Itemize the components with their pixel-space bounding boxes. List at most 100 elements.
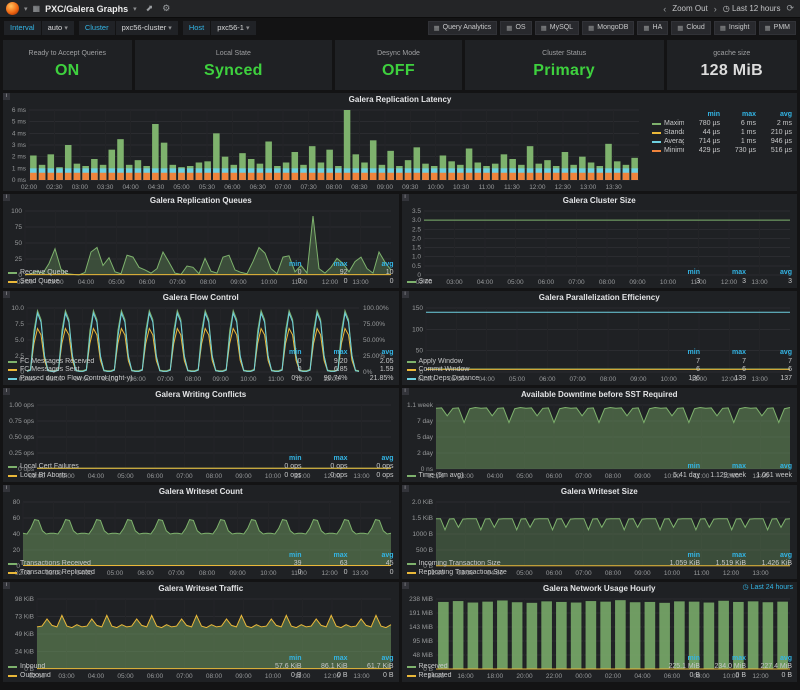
- legend-series-toggle[interactable]: Send Queue: [8, 278, 256, 287]
- legend-series-toggle[interactable]: Apply Window: [407, 358, 655, 367]
- chart-plot[interactable]: 0 ops0.25 ops0.50 ops0.75 ops1.00 ops02:…: [3, 400, 399, 455]
- svg-text:75.00%: 75.00%: [363, 321, 385, 328]
- legend-series-toggle[interactable]: Replicated: [407, 672, 655, 681]
- panel-info-icon[interactable]: i: [3, 93, 10, 100]
- svg-text:191 MiB: 191 MiB: [409, 610, 433, 617]
- panel-title[interactable]: Galera Writeset Size: [402, 485, 798, 497]
- dashboard-link-cloud[interactable]: ▦Cloud: [671, 21, 710, 35]
- dashboard-link-insight[interactable]: ▦Insight: [714, 21, 756, 35]
- legend-series-toggle[interactable]: Local Cert Failures: [8, 463, 256, 472]
- series-color-key: [8, 475, 17, 477]
- panel-info-icon[interactable]: i: [3, 582, 10, 589]
- dashboard-link-mysql[interactable]: ▦MySQL: [535, 21, 580, 35]
- panel-info-icon[interactable]: i: [3, 388, 10, 395]
- svg-text:0.50 ops: 0.50 ops: [9, 434, 35, 441]
- stat-ready-to-accept-queries[interactable]: Ready to Accept Queries ON: [3, 40, 132, 90]
- legend-series-toggle[interactable]: FC Messages Received: [8, 358, 256, 367]
- svg-text:50: 50: [15, 240, 23, 247]
- legend-series-toggle[interactable]: Cert Deps Distance: [407, 375, 655, 384]
- grafana-logo-icon[interactable]: [6, 2, 19, 15]
- panel-title[interactable]: Galera Flow Control: [3, 291, 399, 303]
- grid-icon: ▦: [434, 24, 440, 32]
- legend-series-toggle[interactable]: Size: [407, 278, 655, 287]
- chart-plot[interactable]: 02.55.07.510.00%25.00%50.00%75.00%100.00…: [3, 303, 399, 349]
- legend-series-toggle[interactable]: Maximum: [652, 119, 684, 128]
- main-menu-caret-icon[interactable]: ▾: [24, 5, 28, 13]
- dashboard-link-ha[interactable]: ▦HA: [637, 21, 668, 35]
- dashboard-link-pmm[interactable]: ▦PMM: [759, 21, 797, 35]
- chart-plot[interactable]: 0 B24 KiB49 KiB73 KiB98 KiB02:0003:0004:…: [3, 594, 399, 655]
- chart-plot[interactable]: 0 ms1 ms2 ms3 ms4 ms5 ms6 ms02:0002:3003…: [3, 105, 647, 191]
- panel-info-icon[interactable]: i: [3, 194, 10, 201]
- chart-plot[interactable]: 0 B500 B1000 B1.5 KiB2.0 KiB02:0003:0004…: [402, 497, 798, 552]
- panel-title[interactable]: Galera Writing Conflicts: [3, 388, 399, 400]
- legend-row: FC Messages Received09.202.05: [8, 358, 394, 367]
- panel-title[interactable]: Galera Writeset Traffic: [3, 582, 399, 594]
- chevron-right-icon[interactable]: ›: [714, 4, 717, 14]
- panel-time-range-override[interactable]: ◷ Last 24 hours: [743, 583, 793, 591]
- panel-title[interactable]: Galera Replication Latency: [3, 93, 797, 105]
- svg-text:12:00: 12:00: [529, 184, 546, 191]
- legend-stat-value: 714 µs: [684, 137, 720, 146]
- legend-series-toggle[interactable]: Transactions Received: [8, 560, 256, 569]
- legend-series-toggle[interactable]: Minimum: [652, 146, 684, 155]
- variable-select-cluster[interactable]: pxc56-cluster ▾: [116, 21, 178, 35]
- legend-series-toggle[interactable]: Time (5m avg): [407, 472, 655, 481]
- legend-series-toggle[interactable]: FC Messages Sent: [8, 366, 256, 375]
- panel-info-icon[interactable]: i: [402, 388, 409, 395]
- variable-select-host[interactable]: pxc56-1 ▾: [211, 21, 255, 35]
- panel-title[interactable]: Galera Writeset Count: [3, 485, 399, 497]
- panel-title[interactable]: Available Downtime before SST Required: [402, 388, 798, 400]
- variable-select-interval[interactable]: auto ▾: [42, 21, 74, 35]
- refresh-icon[interactable]: ⟳: [786, 3, 794, 14]
- dashboard-link-mongodb[interactable]: ▦MongoDB: [582, 21, 634, 35]
- stat-desync-mode[interactable]: Desync Mode OFF: [335, 40, 461, 90]
- stat-cluster-status[interactable]: Cluster Status Primary: [465, 40, 664, 90]
- chart-plot[interactable]: 025507510002:0003:0004:0005:0006:0007:00…: [3, 206, 399, 261]
- chart-plot[interactable]: 0 B48 MiB95 MiB143 MiB191 MiB238 MiB14:0…: [402, 594, 798, 655]
- settings-gear-icon[interactable]: ⚙: [162, 3, 170, 14]
- svg-text:98 KiB: 98 KiB: [15, 596, 34, 603]
- panel-title[interactable]: Galera Cluster Size: [402, 194, 798, 206]
- legend-series-toggle[interactable]: Received: [407, 663, 655, 672]
- svg-text:2.5: 2.5: [411, 226, 420, 233]
- panel-info-icon[interactable]: i: [402, 582, 409, 589]
- svg-text:6 ms: 6 ms: [12, 107, 27, 114]
- panel-info-icon[interactable]: i: [3, 291, 10, 298]
- svg-text:49 KiB: 49 KiB: [15, 631, 34, 638]
- legend-series-toggle[interactable]: Incoming Transaction Size: [407, 560, 655, 569]
- legend-stat-value: 86.1 KiB: [302, 663, 348, 672]
- share-icon[interactable]: ⬈: [146, 3, 154, 14]
- dashboard-link-os[interactable]: ▦OS: [500, 21, 531, 35]
- stat-gcache-size[interactable]: gcache size 128 MiB: [667, 40, 798, 90]
- dashboard-title-caret-icon[interactable]: ▾: [133, 5, 137, 13]
- legend-series-toggle[interactable]: Paused due to Flow Control (right-y): [8, 375, 256, 384]
- legend-series-toggle[interactable]: Standard Deviation: [652, 128, 684, 137]
- legend-series-toggle[interactable]: Average: [652, 137, 684, 146]
- dashboard-link-query-analytics[interactable]: ▦Query Analytics: [428, 21, 498, 35]
- legend-series-toggle[interactable]: Receive Queue: [8, 269, 256, 278]
- panel-info-icon[interactable]: i: [3, 485, 10, 492]
- legend-series-toggle[interactable]: Inbound: [8, 663, 256, 672]
- legend-series-toggle[interactable]: Replicating Transaction Size: [407, 569, 655, 578]
- panel-info-icon[interactable]: i: [402, 194, 409, 201]
- legend-series-toggle[interactable]: Outbound: [8, 672, 256, 681]
- legend-stat-value: 429 µs: [684, 146, 720, 155]
- chart-plot[interactable]: 02040608002:0003:0004:0005:0006:0007:000…: [3, 497, 399, 552]
- panel-info-icon[interactable]: i: [402, 485, 409, 492]
- dashboard-title[interactable]: PXC/Galera Graphs: [45, 4, 128, 14]
- time-range-button[interactable]: ◷ Last 12 hours: [723, 4, 781, 13]
- panel-title[interactable]: Galera Parallelization Efficiency: [402, 291, 798, 303]
- chart-plot[interactable]: 05010015002:0003:0004:0005:0006:0007:000…: [402, 303, 798, 349]
- panel-title[interactable]: Galera Replication Queues: [3, 194, 399, 206]
- stat-local-state[interactable]: Local State Synced: [135, 40, 333, 90]
- panel-title[interactable]: Galera Network Usage Hourly: [402, 582, 798, 594]
- chevron-left-icon[interactable]: ‹: [663, 4, 666, 14]
- chart-plot[interactable]: 00.51.01.52.02.53.03.502:0003:0004:0005:…: [402, 206, 798, 269]
- panel-info-icon[interactable]: i: [402, 291, 409, 298]
- legend-series-toggle[interactable]: Local Bf Aborts: [8, 472, 256, 481]
- legend-series-toggle[interactable]: Transactions Replicated: [8, 569, 256, 578]
- legend-series-toggle[interactable]: Commit Window: [407, 366, 655, 375]
- zoom-out-button[interactable]: Zoom Out: [672, 4, 708, 13]
- chart-plot[interactable]: 0 ns2 day5 day7 day1.1 week02:0003:0004:…: [402, 400, 798, 463]
